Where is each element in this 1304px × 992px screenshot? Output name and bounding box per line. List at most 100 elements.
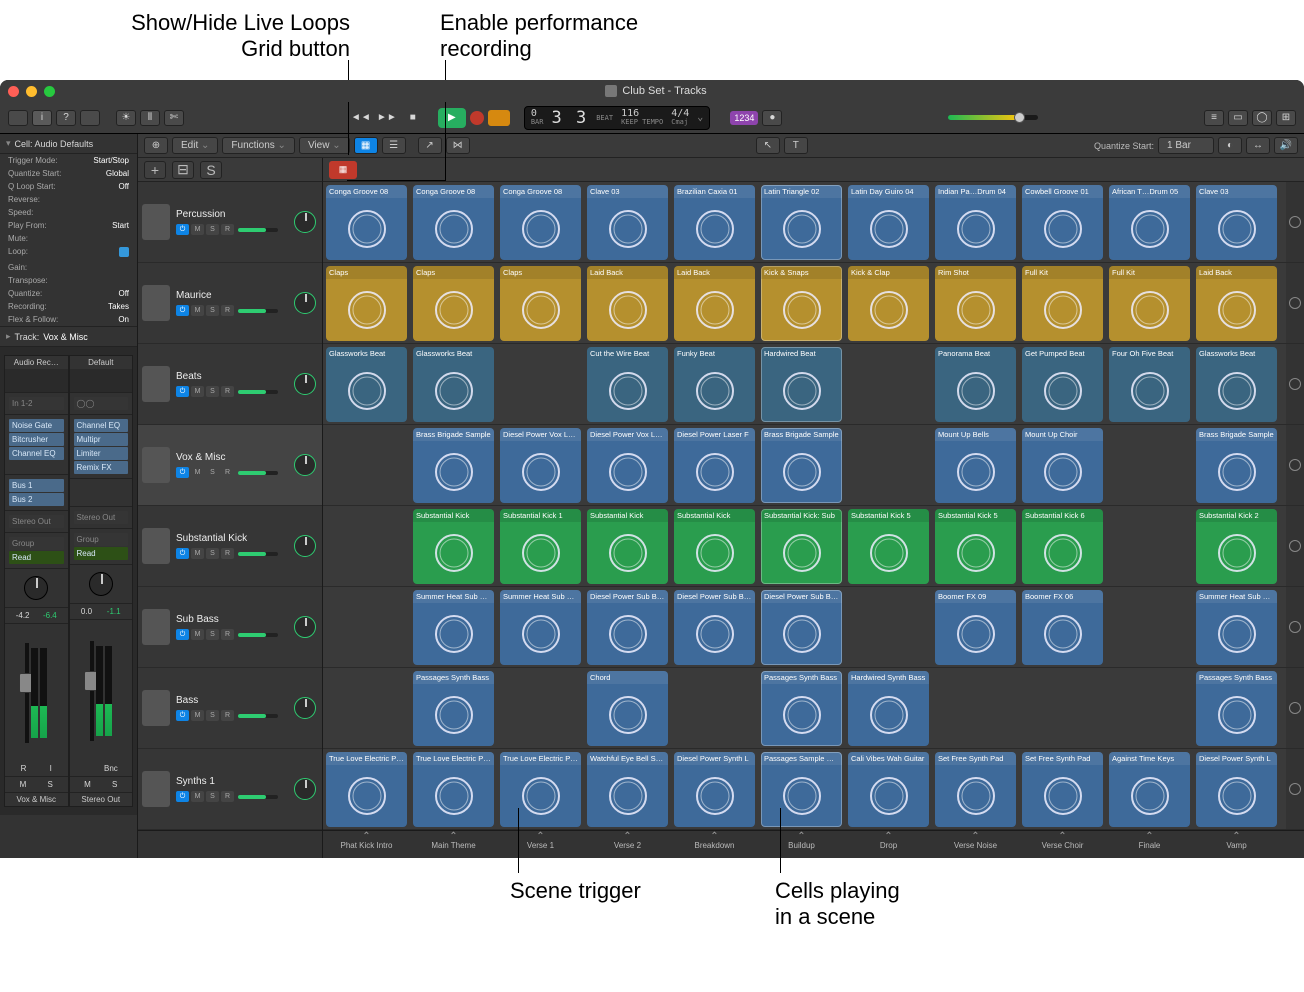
help-button[interactable]: ? — [56, 110, 76, 126]
track-knob[interactable] — [294, 778, 316, 800]
cell[interactable]: Boomer FX 09 — [935, 590, 1016, 665]
record-enable-button[interactable]: R — [221, 224, 234, 235]
traffic-lights[interactable] — [8, 86, 55, 97]
mute-button[interactable]: M — [191, 548, 204, 559]
link-button[interactable]: ↔ — [1246, 137, 1270, 154]
empty-cell[interactable] — [1022, 671, 1103, 746]
track-header[interactable]: Beats ⏻ M S R — [138, 344, 322, 425]
scene-trigger[interactable]: Phat Kick Intro — [323, 831, 410, 858]
cell[interactable]: Clave 03 — [587, 185, 668, 260]
mute-icon[interactable]: 🔊 — [1274, 137, 1298, 154]
cell[interactable]: Diesel Power Laser F — [674, 428, 755, 503]
track-knob[interactable] — [294, 616, 316, 638]
cell[interactable]: Boomer FX 06 — [1022, 590, 1103, 665]
cell[interactable]: Hardwired Synth Bass — [848, 671, 929, 746]
cell[interactable]: Brass Brigade Sample — [413, 428, 494, 503]
minimize-window[interactable] — [26, 86, 37, 97]
solo-button[interactable]: S — [206, 629, 219, 640]
master-volume[interactable] — [948, 115, 1038, 120]
cell[interactable]: Mount Up Bells — [935, 428, 1016, 503]
empty-cell[interactable] — [848, 590, 929, 665]
cell[interactable]: Laid Back — [587, 266, 668, 341]
mute-button[interactable]: M — [191, 467, 204, 478]
row-trigger[interactable] — [1286, 587, 1304, 668]
scene-trigger[interactable]: Verse Noise — [932, 831, 1019, 858]
track-volume[interactable] — [238, 552, 278, 556]
empty-cell[interactable] — [935, 671, 1016, 746]
automation-button[interactable]: ↗ — [418, 137, 442, 154]
power-button[interactable]: ⏻ — [176, 386, 189, 397]
cell[interactable]: Full Kit — [1022, 266, 1103, 341]
play-button[interactable]: ▶ — [438, 108, 466, 128]
power-button[interactable]: ⏻ — [176, 710, 189, 721]
track-knob[interactable] — [294, 211, 316, 233]
scene-trigger[interactable]: Verse 1 — [497, 831, 584, 858]
group-slot[interactable]: Group — [74, 533, 129, 546]
solo-button[interactable]: S — [206, 467, 219, 478]
functions-menu[interactable]: Functions — [222, 137, 295, 154]
edit-menu[interactable]: Edit — [172, 137, 218, 154]
power-button[interactable]: ⏻ — [176, 305, 189, 316]
mute-button[interactable]: M — [191, 791, 204, 802]
cell[interactable]: Substantial Kick 2 — [1196, 509, 1277, 584]
flex-button[interactable]: ⋈ — [446, 137, 470, 154]
empty-cell[interactable] — [500, 347, 581, 422]
track-knob[interactable] — [294, 454, 316, 476]
record-enable-button[interactable]: R — [221, 467, 234, 478]
cell[interactable]: Glassworks Beat — [326, 347, 407, 422]
mixer-button[interactable]: ⫴ — [140, 110, 160, 126]
cell[interactable]: Set Free Synth Pad — [935, 752, 1016, 827]
pan-knob[interactable] — [24, 576, 48, 600]
solo-button[interactable]: S — [206, 224, 219, 235]
cell[interactable]: Passages Sample Stab — [761, 752, 842, 827]
solo-button[interactable]: S — [206, 548, 219, 559]
fader[interactable] — [90, 641, 94, 741]
mute-button[interactable]: M — [191, 629, 204, 640]
toolbar-button[interactable] — [80, 110, 100, 126]
cell[interactable]: Glassworks Beat — [1196, 347, 1277, 422]
cell[interactable]: True Love Electric Piano — [413, 752, 494, 827]
power-button[interactable]: ⏻ — [176, 629, 189, 640]
cell[interactable]: Brazilian Caxia 01 — [674, 185, 755, 260]
input-slot[interactable]: ◯◯ — [74, 397, 129, 410]
cell[interactable]: Passages Synth Bass — [1196, 671, 1277, 746]
zoom-window[interactable] — [44, 86, 55, 97]
pan-knob[interactable] — [89, 572, 113, 596]
power-button[interactable]: ⏻ — [176, 548, 189, 559]
loops-button[interactable]: ◯ — [1252, 110, 1272, 126]
cell[interactable]: Laid Back — [674, 266, 755, 341]
row-trigger[interactable] — [1286, 668, 1304, 749]
solo-button[interactable]: S — [206, 791, 219, 802]
track-knob[interactable] — [294, 373, 316, 395]
cell[interactable]: Laid Back — [1196, 266, 1277, 341]
cell[interactable]: Brass Brigade Sample — [761, 428, 842, 503]
setting-label[interactable]: Audio Rec… — [5, 356, 68, 369]
cell[interactable]: Substantial Kick: Sub — [761, 509, 842, 584]
list-editors-button[interactable]: ≡ — [1204, 110, 1224, 126]
row-trigger[interactable] — [1286, 749, 1304, 830]
cell[interactable]: Four Oh Five Beat — [1109, 347, 1190, 422]
cell[interactable]: Indian Pa…Drum 04 — [935, 185, 1016, 260]
inspector-param[interactable]: Play From:Start — [0, 219, 137, 232]
empty-cell[interactable] — [848, 347, 929, 422]
cell[interactable]: Diesel Power Synth L — [1196, 752, 1277, 827]
insert-slot[interactable]: Noise Gate — [9, 419, 64, 432]
empty-cell[interactable] — [326, 590, 407, 665]
rewind-button[interactable]: ◄◄ — [353, 110, 369, 126]
lcd-display[interactable]: 0BAR 3 3 BEAT 116KEEP TEMPO 4/4Cmaj ⌄ — [524, 106, 711, 130]
power-button[interactable]: ⏻ — [176, 791, 189, 802]
inspector-param[interactable]: Flex & Follow:On — [0, 313, 137, 326]
cell[interactable]: Hardwired Beat — [761, 347, 842, 422]
empty-cell[interactable] — [326, 428, 407, 503]
mute-button[interactable]: M — [191, 710, 204, 721]
empty-cell[interactable] — [848, 428, 929, 503]
track-header[interactable]: Substantial Kick ⏻ M S R — [138, 506, 322, 587]
cell[interactable]: True Love Electric Piano — [500, 752, 581, 827]
marker-button[interactable]: 1234 — [730, 111, 758, 125]
track-header[interactable]: Bass ⏻ M S R — [138, 668, 322, 749]
input-slot[interactable]: In 1-2 — [9, 397, 64, 410]
mute-button[interactable]: M — [191, 224, 204, 235]
tracks-view-button[interactable]: ☰ — [382, 137, 406, 154]
scene-trigger[interactable]: Vamp — [1193, 831, 1280, 858]
metronome-icon[interactable]: ◐ — [1218, 137, 1242, 154]
